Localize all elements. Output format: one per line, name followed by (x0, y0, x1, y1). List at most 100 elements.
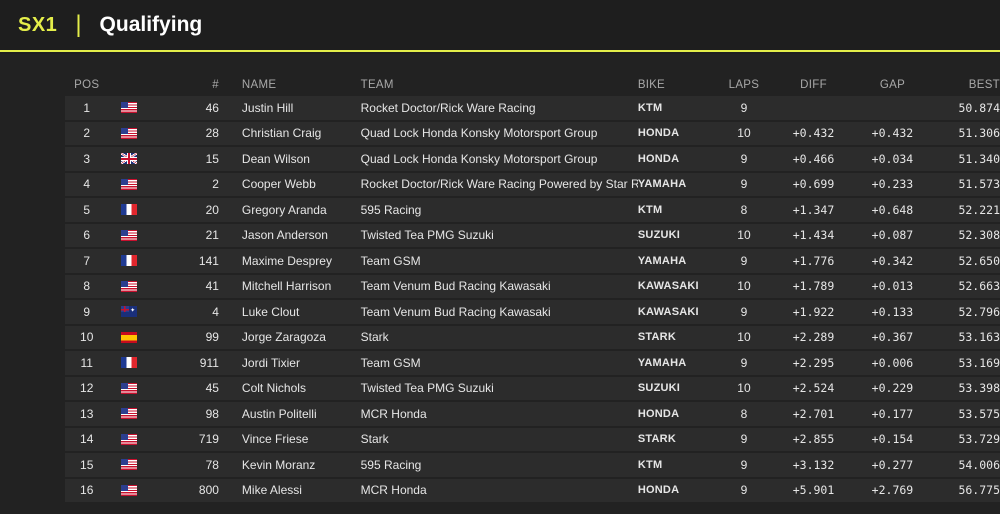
laps-cell: 8 (740, 202, 748, 217)
rider-number-cell: 4 (212, 304, 219, 319)
best-lap-cell: 53.729 (958, 432, 1000, 447)
column-header-name[interactable]: NAME (219, 79, 339, 91)
rider-number-cell: 41 (205, 279, 219, 294)
team-cell: Twisted Tea PMG Suzuki (360, 381, 494, 396)
table-row[interactable]: 2 28 Christian Craig Quad Lock Honda Konsky… (65, 121, 1000, 145)
position-cell: 1 (83, 100, 91, 115)
team-cell: Quad Lock Honda Konsky Motorsport Group (360, 126, 598, 141)
bike-cell: SUZUKI (637, 229, 681, 242)
flag-cell (108, 306, 149, 318)
flag-cell (108, 153, 149, 165)
best-lap-cell: 52.650 (958, 253, 1000, 268)
best-lap-cell: 52.796 (958, 304, 1000, 319)
flag-us-icon (121, 127, 138, 139)
position-cell: 16 (80, 483, 94, 498)
gap-cell: +0.367 (871, 330, 914, 345)
rider-number-cell: 28 (205, 126, 219, 141)
column-header-bike[interactable]: BIKE (638, 79, 714, 91)
diff-cell: +3.132 (792, 457, 835, 472)
rider-name-cell: Mike Alessi (241, 483, 302, 498)
table-row[interactable]: 8 41 Mitchell Harrison Team Venum Bud Racin… (65, 274, 1000, 298)
table-row[interactable]: 7 141 Maxime Desprey Team GSM YAMAHA 9 +1.776 +… (65, 249, 1000, 273)
position-cell: 2 (83, 126, 91, 141)
flag-us-icon (121, 382, 138, 394)
flag-us-icon (121, 408, 138, 420)
column-header-best[interactable]: BEST (932, 79, 1000, 91)
table-header: POS # NAME TEAM BIKE LAPS DIFF GAP BEST (65, 74, 1000, 96)
position-cell: 11 (80, 355, 93, 370)
rider-number-cell: 141 (198, 253, 219, 268)
flag-us-icon (121, 229, 138, 241)
column-header-gap[interactable]: GAP (853, 79, 932, 91)
table-row[interactable]: 4 2 Cooper Webb Rocket Doctor/Rick Ware Rac… (65, 172, 1000, 196)
table-row[interactable]: 16 800 Mike Alessi MCR Honda HONDA 9 +5.901 +2.… (65, 478, 1000, 502)
bike-cell: KTM (637, 458, 663, 471)
session-title: Qualifying (99, 13, 203, 36)
team-cell: Team GSM (360, 253, 421, 268)
bike-cell: HONDA (637, 127, 680, 140)
team-cell: Team Venum Bud Racing Kawasaki (360, 279, 551, 294)
bike-cell: STARK (637, 331, 676, 344)
series-title[interactable]: SX1 (18, 14, 57, 37)
bike-cell: STARK (637, 433, 676, 446)
table-row[interactable]: 13 98 Austin Politelli MCR Honda HONDA 8 +2.70… (65, 402, 1000, 426)
table-row[interactable]: 10 99 Jorge Zaragoza Stark STARK 10 +2.289 +0.3… (65, 325, 1000, 349)
best-lap-cell: 50.874 (958, 100, 1000, 115)
laps-cell: 9 (740, 432, 748, 447)
best-lap-cell: 53.169 (958, 355, 1000, 370)
bike-cell: HONDA (637, 407, 680, 420)
table-row[interactable]: 1 46 Justin Hill Rocket Doctor/Rick Ware Ra… (65, 96, 1000, 120)
laps-cell: 10 (737, 330, 751, 345)
position-cell: 14 (80, 432, 94, 447)
laps-cell: 10 (737, 228, 751, 243)
table-row[interactable]: 14 719 Vince Friese Stark STARK 9 +2.855 +0.154… (65, 427, 1000, 451)
diff-cell: +2.524 (792, 381, 835, 396)
position-cell: 15 (80, 457, 94, 472)
column-header-diff[interactable]: DIFF (774, 79, 853, 91)
laps-cell: 10 (737, 126, 751, 141)
position-cell: 12 (80, 381, 94, 396)
position-cell: 8 (83, 279, 91, 294)
rider-name-cell: Justin Hill (241, 100, 294, 115)
diff-cell: +1.922 (792, 304, 835, 319)
table-row[interactable]: 15 78 Kevin Moranz 595 Racing KTM 9 +3.132 +0.2… (65, 453, 1000, 477)
laps-cell: 9 (740, 100, 748, 115)
column-header-team[interactable]: TEAM (339, 79, 638, 91)
table-row[interactable]: 12 45 Colt Nichols Twisted Tea PMG Suzuki SU… (65, 376, 1000, 400)
gap-cell: +0.177 (871, 406, 914, 421)
rider-number-cell: 719 (198, 432, 219, 447)
bike-cell: HONDA (637, 484, 680, 497)
best-lap-cell: 51.573 (958, 177, 1000, 192)
bike-cell: HONDA (637, 152, 680, 165)
diff-cell: +2.295 (792, 355, 835, 370)
column-header-laps[interactable]: LAPS (714, 79, 774, 91)
gap-cell: +0.133 (871, 304, 914, 319)
gap-cell: +0.006 (871, 355, 914, 370)
flag-us-icon (121, 280, 138, 292)
rider-name-cell: Mitchell Harrison (241, 279, 332, 294)
laps-cell: 9 (740, 355, 748, 370)
rider-number-cell: 45 (205, 381, 219, 396)
table-row[interactable]: 5 20 Gregory Aranda 595 Racing KTM 8 +1.347 +0.… (65, 198, 1000, 222)
table-row[interactable]: 9 4 Luke Clout Team Venum Bud Racing Kawasa… (65, 300, 1000, 324)
flag-cell (108, 357, 149, 369)
column-header-number[interactable]: # (150, 79, 219, 91)
laps-cell: 9 (740, 457, 748, 472)
bike-cell: SUZUKI (637, 382, 681, 395)
column-header-pos[interactable]: POS (65, 79, 108, 91)
gap-cell: +0.342 (871, 253, 914, 268)
table-row[interactable]: 6 21 Jason Anderson Twisted Tea PMG Suzuki S… (65, 223, 1000, 247)
laps-cell: 9 (740, 151, 748, 166)
best-lap-cell: 54.006 (958, 457, 1000, 472)
rider-name-cell: Jordi Tixier (241, 355, 300, 370)
bike-cell: YAMAHA (637, 254, 687, 267)
flag-fr-icon (121, 357, 138, 369)
best-lap-cell: 52.663 (958, 279, 1000, 294)
table-row[interactable]: 11 911 Jordi Tixier Team GSM YAMAHA 9 +2.295 +0… (65, 351, 1000, 375)
rider-number-cell: 99 (205, 330, 219, 345)
results-table: POS # NAME TEAM BIKE LAPS DIFF GAP BEST … (65, 74, 1000, 504)
team-cell: Rocket Doctor/Rick Ware Racing (360, 100, 536, 115)
rider-name-cell: Cooper Webb (241, 177, 316, 192)
table-row[interactable]: 3 15 Dean Wilson Quad Lock Honda Konsky Mot… (65, 147, 1000, 171)
diff-cell: +2.855 (792, 432, 835, 447)
